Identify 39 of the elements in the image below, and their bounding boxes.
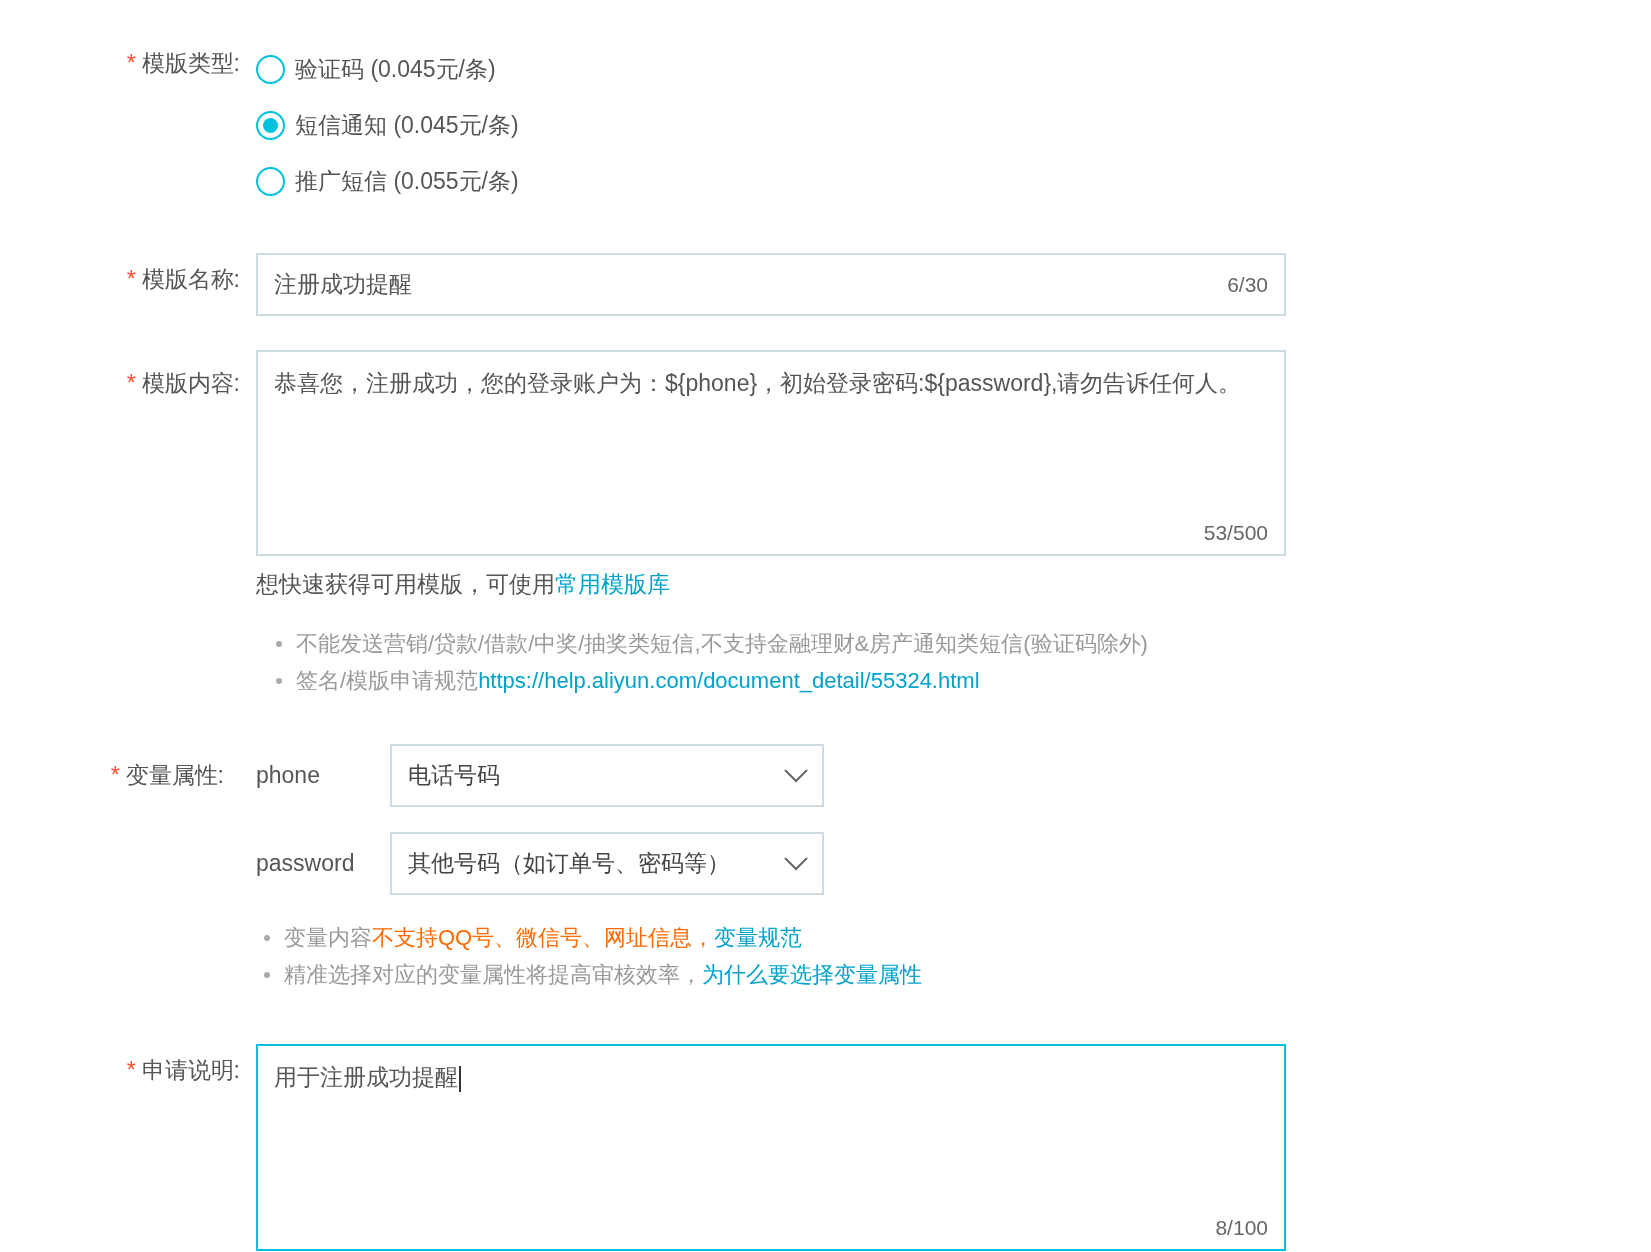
char-counter: 8/100 (1215, 1215, 1268, 1241)
radio-button[interactable] (256, 54, 285, 84)
radio-label[interactable]: 验证码 (0.045元/条) (295, 53, 496, 85)
chevron-down-icon (784, 768, 808, 783)
input-field[interactable]: 注册成功提醒 6/30 (256, 253, 1286, 316)
field-label: 申请说明: (141, 1057, 240, 1083)
field-label: 变量属性: (125, 762, 224, 788)
field-label: 模版类型: (141, 50, 240, 76)
bullet-icon (264, 934, 270, 941)
variable-name: password (256, 850, 356, 877)
text-area[interactable]: 恭喜您，注册成功，您的登录账户为：${phone}，初始登录密码:${password},请勿告诉任何人。 53/500 (256, 350, 1286, 556)
char-counter: 53/500 (1203, 520, 1268, 546)
required-mark: * (126, 266, 136, 292)
bullet-icon (264, 971, 270, 978)
required-mark: * (126, 50, 136, 76)
text-area[interactable]: 用于注册成功提醒 8/100 (256, 1044, 1286, 1251)
field-label: 模版名称: (141, 266, 240, 292)
required-mark: * (110, 762, 120, 788)
char-counter: 6/30 (1227, 272, 1268, 297)
hint-text: 想快速获得可用模版，可使用 (256, 571, 555, 597)
required-mark: * (126, 370, 136, 396)
radio-button[interactable] (256, 166, 285, 196)
radio-label[interactable]: 推广短信 (0.055元/条) (295, 165, 519, 197)
required-mark: * (126, 1057, 136, 1083)
field-label: 模版内容: (141, 370, 240, 396)
radio-button[interactable] (256, 110, 285, 140)
bullet-icon (276, 677, 282, 684)
bullet-icon (276, 640, 282, 647)
radio-label[interactable]: 短信通知 (0.045元/条) (295, 109, 519, 141)
text-cursor (459, 1065, 461, 1092)
dropdown-select[interactable]: 电话号码 (390, 744, 824, 807)
note-text: 不能发送营销/贷款/借款/中奖/抽奖类短信,不支持金融理财&房产通知类短信(验证码除外) (296, 629, 1148, 658)
chevron-down-icon (784, 856, 808, 871)
warning-text: 不支持QQ号、微信号、网址信息， (372, 923, 715, 952)
variable-name: phone (256, 762, 321, 789)
note-text: 签名/模版申请规范 (296, 666, 479, 695)
dropdown-select[interactable]: 其他号码（如订单号、密码等） (390, 832, 824, 895)
note-text: 变量内容 (284, 923, 372, 952)
note-text: 精准选择对应的变量属性将提高审核效率， (284, 960, 702, 989)
